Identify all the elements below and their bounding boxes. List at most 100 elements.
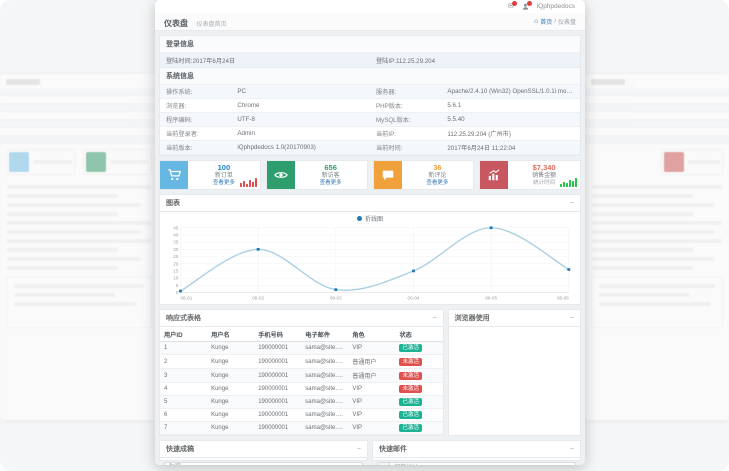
cell-role: VIP [348, 342, 395, 355]
ghost-table-rows [585, 185, 729, 270]
cell-role: VIP [348, 422, 395, 435]
collapse-icon[interactable]: − [570, 446, 574, 453]
legend-label: 折线图 [365, 214, 383, 223]
cell-email: sama@site.com [301, 383, 348, 396]
view-more-link[interactable]: 查看更多 [213, 180, 235, 187]
cell-id: 1 [160, 342, 207, 355]
svg-text:10: 10 [173, 276, 179, 281]
ghost-stat-card [661, 149, 723, 175]
table-row: 3Kunge190000001sama@site.com普通用户未激活 [160, 369, 443, 383]
cell-email: sama@site.com [301, 342, 348, 355]
status-badge: 未激活 [399, 372, 422, 380]
breadcrumb-home-link[interactable]: 首页 [540, 17, 552, 26]
cell-email: sama@site.com [301, 396, 348, 409]
collapse-icon[interactable]: − [570, 315, 574, 322]
login-time: 登陆时间:2017年6月24日 [160, 53, 370, 67]
login-ip: 登陆IP:112.25.29.204 [370, 53, 580, 67]
draft-title-input[interactable] [164, 462, 363, 465]
stat-value: 656 [324, 163, 337, 172]
user-table-title: 响应式表格 [166, 313, 201, 323]
ghost-editor-box [6, 276, 152, 328]
ghost-info-rows [585, 88, 729, 144]
system-row: 当前登录者:Admin当前IP:112.25.29.204 (广州市) [160, 127, 580, 141]
login-info-row: 登陆时间:2017年6月24日 登陆IP:112.25.29.204 [160, 53, 580, 68]
cell-role: VIP [348, 383, 395, 396]
column-header: 手机号码 [254, 327, 301, 342]
system-label: PHP版本: [370, 99, 441, 113]
collapse-icon[interactable]: − [432, 315, 436, 322]
mail-icon[interactable]: ✉ [508, 3, 514, 10]
system-label: 操作系统: [160, 85, 231, 99]
svg-text:06-03: 06-03 [330, 296, 342, 301]
eye-icon [267, 161, 295, 189]
line-chart: 05101520253035404506-0106-0206-0306-0406… [164, 223, 576, 303]
ghost-stat-card [6, 149, 75, 175]
user-icon[interactable] [522, 3, 529, 10]
status-badge: 已激活 [399, 344, 422, 352]
table-row: 4Kunge190000001sama@site.comVIP未激活 [160, 383, 443, 396]
brand-label[interactable]: iQphpdedocs [537, 3, 575, 10]
view-more-link[interactable]: 查看更多 [426, 180, 448, 187]
collapse-icon[interactable]: − [570, 200, 574, 207]
stat-value: 36 [433, 163, 441, 172]
collapse-icon[interactable]: − [357, 446, 361, 453]
cell-email: sama@site.com [301, 409, 348, 422]
table-row: 5Kunge190000001sama@site.comVIP已激活 [160, 396, 443, 409]
sparkline [560, 178, 577, 187]
stat-cards-row: 100 新订单 查看更多 656 新访客 查看更多 [159, 160, 581, 190]
chart-legend: 折线图 [164, 214, 576, 223]
svg-text:20: 20 [173, 261, 179, 266]
system-value: 2017年6月24日 11:22:04 [441, 141, 580, 155]
cell-name: Kunge [207, 396, 254, 409]
ghost-card-row [585, 144, 729, 180]
cell-name: Kunge [207, 409, 254, 422]
cell-id: 6 [160, 409, 207, 422]
column-header: 状态 [395, 327, 442, 342]
login-section-title: 登录信息 [160, 36, 580, 53]
cell-role: VIP [348, 396, 395, 409]
cell-phone: 190000001 [254, 342, 301, 355]
system-value: 5.5.40 [441, 113, 580, 127]
stat-label: 新订单 [215, 173, 233, 181]
middle-row: 响应式表格 − 用户ID用户名手机号码电子邮件角色状态 1Kunge190000… [159, 309, 581, 436]
status-badge: 已激活 [399, 398, 422, 406]
svg-text:45: 45 [173, 225, 179, 230]
mail-address-input[interactable] [389, 462, 576, 465]
stat-label: 销售金额 [532, 173, 556, 181]
ghost-green-icon [86, 152, 106, 172]
system-value: 112.25.29.204 (广州市) [441, 127, 580, 141]
ghost-editor-box [591, 276, 723, 328]
home-icon: ⌂ [534, 18, 538, 25]
stat-card-visitors: 656 新访客 查看更多 [266, 160, 368, 190]
cell-id: 4 [160, 383, 207, 396]
column-header: 用户ID [160, 327, 207, 342]
view-more-link[interactable]: 查看更多 [320, 180, 342, 187]
stat-card-orders: 100 新订单 查看更多 [159, 160, 261, 190]
system-label: 服务器: [370, 85, 441, 99]
page-header: 仪表盘 仪表盘首页 ⌂ 首页 / 仪表盘 [155, 13, 585, 31]
svg-text:35: 35 [173, 240, 179, 245]
table-row: 6Kunge190000001sama@site.comVIP已激活 [160, 409, 443, 422]
svg-text:06-02: 06-02 [252, 296, 264, 301]
system-value: Chrome [231, 99, 370, 113]
system-label: 当前IP: [370, 127, 441, 141]
cell-email: sama@site.com [301, 355, 348, 369]
ghost-table-rows [0, 185, 158, 270]
ghost-stat-card [83, 149, 152, 175]
ghost-blue-icon [9, 152, 29, 172]
info-panel: 登录信息 登陆时间:2017年6月24日 登陆IP:112.25.29.204 … [159, 35, 581, 156]
screenshot-canvas: ✉ iQphpdedocs 仪表盘 仪表盘首页 ⌂ 首页 / 仪表盘 登录信息 [0, 0, 729, 471]
cell-name: Kunge [207, 383, 254, 396]
stat-value: 100 [218, 163, 231, 172]
system-label: 程序编码: [160, 113, 231, 127]
stat-sublabel: 统计时间 [533, 180, 555, 187]
system-row: 当前版本:iQphpdedocs 1.0(20170903)当前时间:2017年… [160, 141, 580, 155]
cell-role: 普通用户 [348, 369, 395, 383]
stat-card-comments: 36 新评论 查看更多 [373, 160, 475, 190]
cart-icon [160, 161, 188, 189]
cell-phone: 190000001 [254, 355, 301, 369]
table-row: 2Kunge190000001sama@site.com普通用户未激活 [160, 355, 443, 369]
cell-role: 普通用户 [348, 355, 395, 369]
bar-chart-icon [480, 161, 508, 189]
ghost-info-rows [0, 88, 158, 144]
